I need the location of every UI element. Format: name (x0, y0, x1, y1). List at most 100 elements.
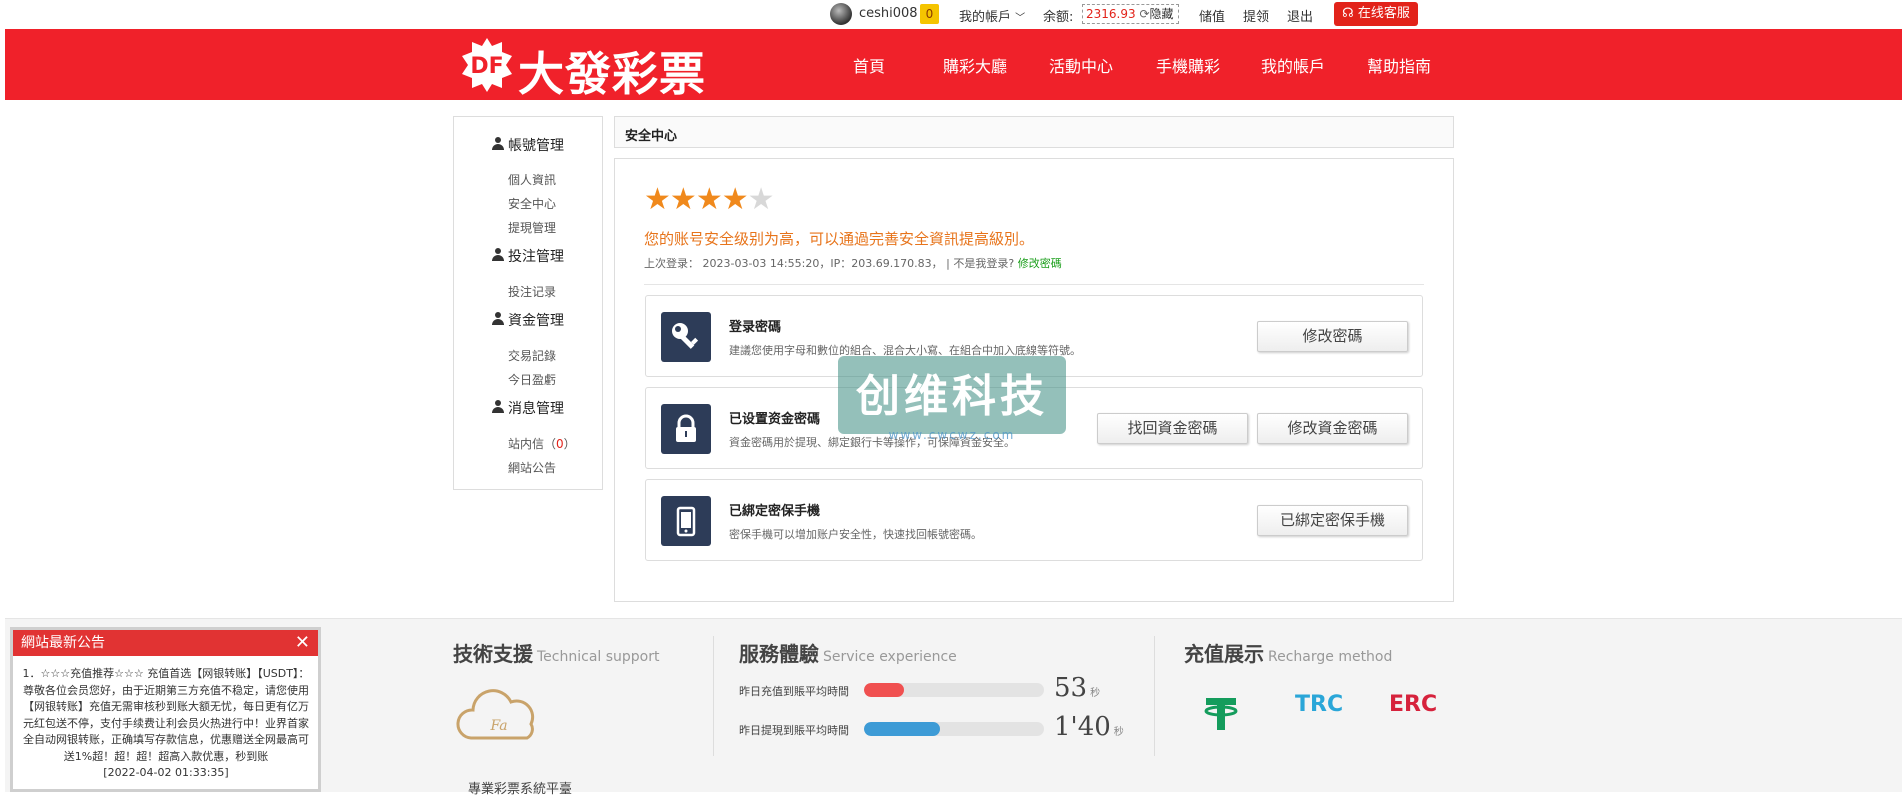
recharge-label: 充值展示 (1184, 642, 1264, 666)
deposit-time-bar-fill (864, 683, 904, 697)
key-icon (661, 312, 711, 362)
deposit-link[interactable]: 储值 (1199, 6, 1225, 25)
nav-mobile-lottery[interactable]: 手機購彩 (1156, 53, 1220, 77)
logo-mark: DF (462, 38, 512, 92)
recharge-en: Recharge method (1268, 649, 1393, 665)
star-icon: ★ (721, 182, 749, 217)
deposit-time-bar (864, 683, 1044, 697)
card-description: 密保手機可以增加账户安全性，快速找回帳號密碼。 (729, 528, 982, 541)
user-icon (492, 248, 504, 262)
announcement-header: 網站最新公告 ✕ (13, 630, 318, 656)
withdraw-link[interactable]: 提领 (1243, 6, 1269, 25)
announcement-title: 網站最新公告 (21, 635, 105, 651)
avatar[interactable] (830, 3, 852, 25)
nav-my-account[interactable]: 我的帳戶 (1261, 53, 1325, 77)
security-level-text: 您的账号安全级别为高，可以通過完善安全資訊提高級別。 (644, 230, 1035, 248)
nav-lottery-hall[interactable]: 購彩大廳 (943, 53, 1007, 77)
security-phone-card: 已綁定密保手機 密保手機可以增加账户安全性，快速找回帳號密碼。 已綁定密保手機 (645, 479, 1423, 561)
security-rating: ★★★★★ (644, 182, 775, 217)
announcement-text: 1．☆☆☆充值推荐☆☆☆ 充值首选【网银转账】【USDT】：尊敬各位会员您好，由… (22, 667, 310, 763)
logo[interactable]: DF 大發彩票 (458, 36, 708, 101)
announcement-date: [2022-04-02 01:33:35] (103, 766, 229, 779)
logo-mark-text: DF (470, 54, 503, 79)
service-experience-label: 服務體驗 (739, 642, 819, 666)
copyright-text: 專業彩票系統平臺 (468, 782, 573, 797)
watermark: 创维科技 www.cwcwz.com (838, 356, 1066, 442)
sidebar-item-announcements[interactable]: 網站公告 (508, 459, 556, 476)
star-icon: ★ (669, 182, 697, 217)
tab-title: 安全中心 (625, 129, 678, 144)
card-title: 登录密碼 (729, 320, 782, 335)
withdraw-time-label: 昨日提現到賬平均時間 (739, 724, 849, 737)
star-empty-icon: ★ (747, 182, 775, 217)
inbox-label: 站内信 (508, 437, 545, 451)
logo-text: 大發彩票 (518, 47, 706, 101)
sidebar-group-title: 投注管理 (508, 249, 564, 265)
deposit-time-number: 53 (1054, 673, 1088, 703)
sidebar-group-messages: 消息管理 (492, 398, 564, 418)
nav-help-guide[interactable]: 幫助指南 (1367, 53, 1431, 77)
watermark-url: www.cwcwz.com (888, 428, 1016, 442)
user-icon (492, 312, 504, 326)
balance-amount: 2316.93 (1086, 7, 1136, 21)
modify-password-link[interactable]: 修改密碼 (1018, 257, 1062, 270)
withdraw-time-bar (864, 722, 1044, 736)
my-account-menu[interactable]: 我的帳戶 ﹀ (959, 6, 1025, 25)
deposit-time-unit: 秒 (1090, 688, 1101, 699)
headset-icon: ☊ (1342, 6, 1354, 21)
sidebar-group-title: 資金管理 (508, 313, 564, 329)
sidebar-item-bet-records[interactable]: 投注记录 (508, 283, 556, 300)
refresh-icon[interactable]: ⟳ (1139, 7, 1149, 21)
announcement-body: 1．☆☆☆充值推荐☆☆☆ 充值首选【网银转账】【USDT】：尊敬各位会员您好，由… (21, 666, 311, 782)
chevron-down-icon: ﹀ (1015, 13, 1026, 24)
cloud-logo-text: Fa (489, 718, 507, 734)
nav-home[interactable]: 首頁 (853, 53, 885, 77)
logout-link[interactable]: 退出 (1287, 6, 1313, 25)
sidebar-item-transactions[interactable]: 交易記錄 (508, 347, 556, 364)
tether-icon (1204, 698, 1238, 730)
my-account-label: 我的帳戶 (959, 10, 1012, 25)
sidebar-item-inbox[interactable]: 站内信（0） (508, 435, 576, 452)
hide-balance-button[interactable]: 隐藏 (1150, 7, 1174, 21)
sidebar: 帳號管理 個人資訊 安全中心 提現管理 投注管理 投注记录 資金管理 交易記錄 … (453, 116, 603, 490)
last-login-info: 上次登录： 2023-03-03 14:55:20，IP：203.69.170.… (644, 255, 1062, 271)
online-service-button[interactable]: ☊ 在线客服 (1334, 2, 1418, 26)
sidebar-group-title: 帳號管理 (508, 138, 564, 154)
phone-icon (661, 496, 711, 546)
sidebar-item-withdraw-management[interactable]: 提現管理 (508, 219, 556, 236)
online-service-label: 在线客服 (1357, 6, 1410, 21)
user-icon (492, 400, 504, 414)
service-experience-en: Service experience (823, 649, 957, 665)
tech-support-label: 技術支援 (453, 642, 533, 666)
star-icon: ★ (695, 182, 723, 217)
footer-separator (1154, 636, 1155, 756)
trc-icon: TRC (1295, 692, 1344, 717)
sidebar-group-account: 帳號管理 (492, 135, 564, 155)
security-center-tab: 安全中心 (614, 116, 1454, 148)
footer-separator (713, 636, 714, 756)
sidebar-item-today-pnl[interactable]: 今日盈虧 (508, 371, 556, 388)
sidebar-item-personal-info[interactable]: 個人資訊 (508, 171, 556, 188)
sidebar-group-betting: 投注管理 (492, 246, 564, 266)
balance-label: 余额: (1043, 10, 1074, 25)
recover-fund-password-button[interactable]: 找回資金密碼 (1097, 413, 1248, 444)
card-title: 已綁定密保手機 (729, 504, 821, 519)
withdraw-time-bar-fill (864, 722, 940, 736)
modify-fund-password-button[interactable]: 修改資金密碼 (1257, 413, 1408, 444)
last-login-text: 上次登录： 2023-03-03 14:55:20，IP：203.69.170.… (644, 257, 1015, 270)
modify-login-password-button[interactable]: 修改密碼 (1257, 321, 1408, 352)
recharge-title: 充值展示 Recharge method (1184, 638, 1392, 667)
close-icon[interactable]: ✕ (295, 630, 310, 656)
bound-phone-button[interactable]: 已綁定密保手機 (1257, 505, 1408, 536)
coin-badge[interactable]: 0 (920, 4, 939, 24)
lock-icon (661, 404, 711, 454)
star-icon: ★ (644, 182, 671, 217)
sidebar-item-security-center[interactable]: 安全中心 (508, 195, 556, 212)
username[interactable]: ceshi008 (859, 6, 918, 21)
sidebar-group-title: 消息管理 (508, 401, 564, 417)
divider (644, 284, 1424, 285)
nav-activity-center[interactable]: 活動中心 (1049, 53, 1113, 77)
top-bar: ceshi008 0 我的帳戶 ﹀ 余额: 2316.93 ⟳隐藏 储值 提领 … (0, 0, 1902, 29)
announcement-popup: 網站最新公告 ✕ 1．☆☆☆充值推荐☆☆☆ 充值首选【网银转账】【USDT】：尊… (10, 627, 321, 792)
tech-support-en: Technical support (537, 649, 660, 665)
